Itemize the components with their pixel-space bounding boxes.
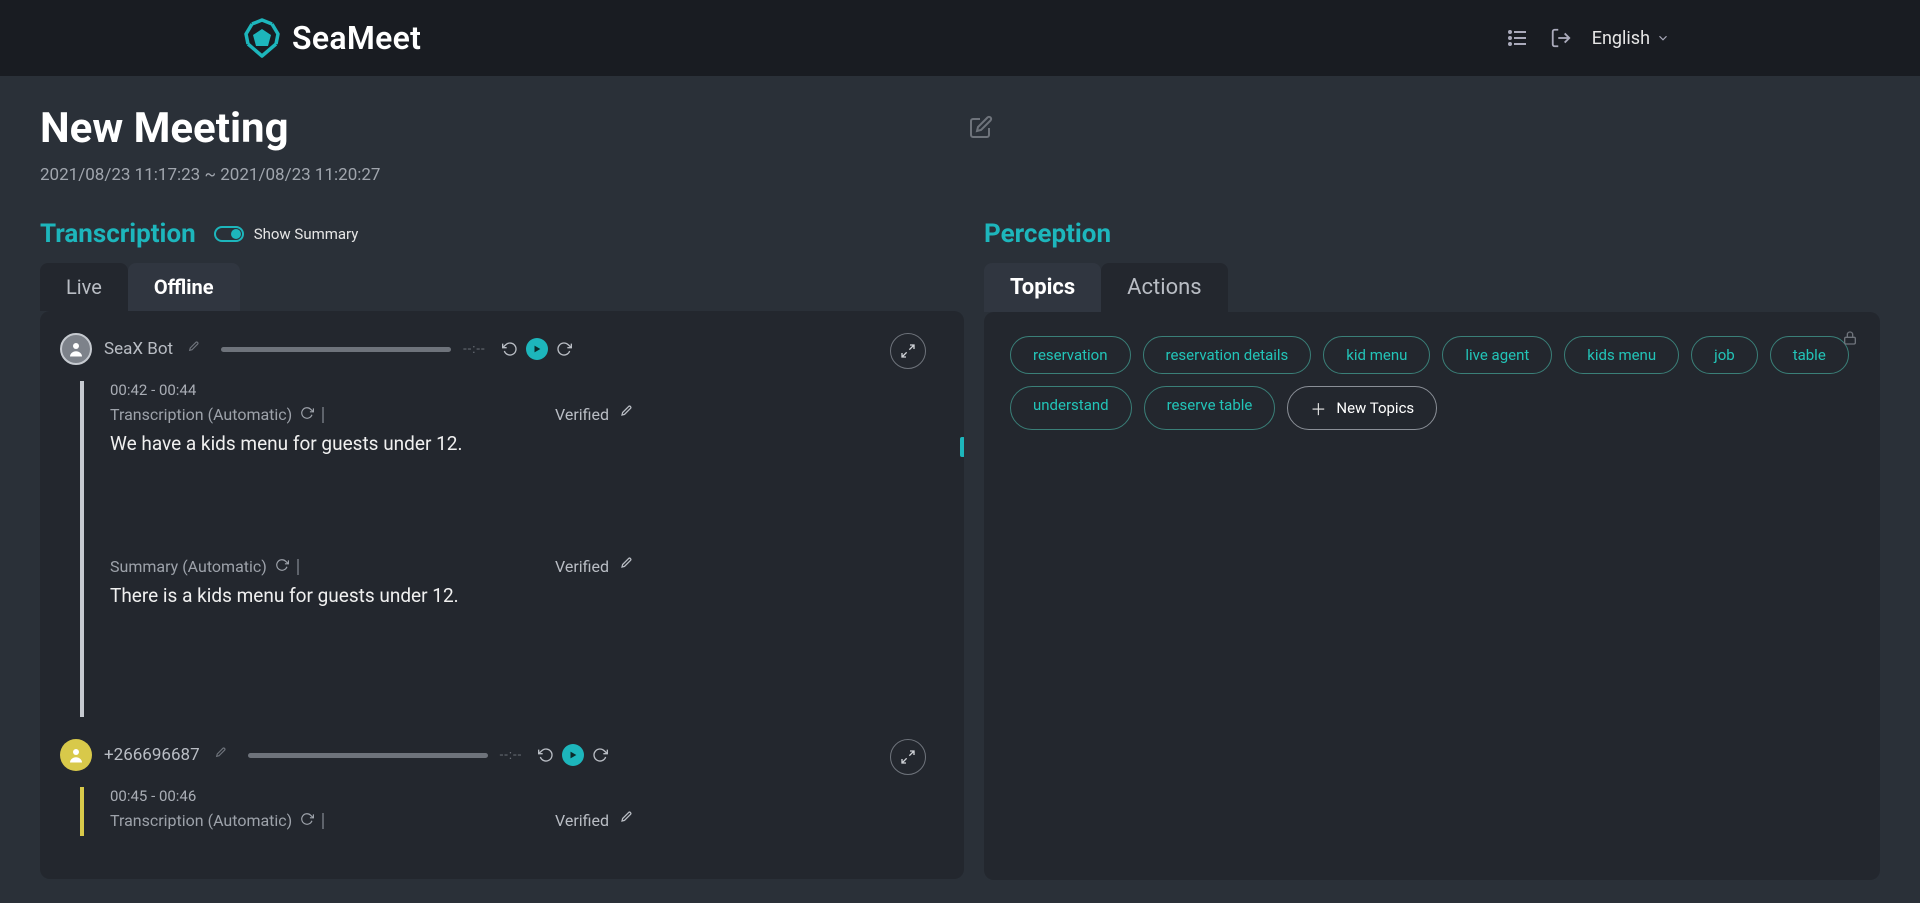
list-icon[interactable] [1506,26,1530,50]
topic-chip[interactable]: reservation [1010,336,1131,374]
transcript-entry: +266696687 --:-- 00:45 - 00:4 [60,739,944,836]
perception-panel: reservation reservation details kid menu… [984,312,1880,880]
speaker-name: +266696687 [104,745,200,765]
logo[interactable]: SeaMeet [240,16,421,60]
tab-offline[interactable]: Offline [128,263,240,311]
segment-time-range: 00:45 - 00:46 [110,787,944,805]
transcript-entry: SeaX Bot --:-- 00:42 - 00:44 [60,333,944,717]
avatar [60,333,92,365]
plus-icon: ＋ [1310,396,1326,420]
perception-tabs: Topics Actions [984,263,1880,312]
lock-icon[interactable] [1842,330,1858,350]
topbar-right: English [1506,26,1670,50]
scroll-marker [960,437,964,457]
transcription-header: Transcription Show Summary [40,219,964,249]
transcription-tabs: Live Offline [40,263,964,311]
entry-header: +266696687 --:-- [60,739,944,771]
audio-controls [502,338,572,360]
summary-text: There is a kids menu for guests under 12… [110,584,944,607]
perception-title: Perception [984,219,1111,249]
transcription-row: Transcription (Automatic) Verified [110,405,632,424]
topic-chip[interactable]: table [1770,336,1849,374]
refresh-icon[interactable] [300,405,314,424]
logout-icon[interactable] [1550,27,1572,49]
audio-track[interactable] [248,753,488,758]
show-summary-toggle[interactable]: Show Summary [214,225,359,243]
logo-text: SeaMeet [292,19,421,57]
edit-speaker-icon[interactable] [212,746,226,765]
meeting-time-range: 2021/08/23 11:17:23 ~ 2021/08/23 11:20:2… [40,165,1880,185]
topic-chip[interactable]: reservation details [1143,336,1312,374]
transcription-label: Transcription (Automatic) [110,405,324,424]
transcription-column: Transcription Show Summary Live Offline [40,219,964,880]
edit-icon[interactable] [617,405,632,424]
topic-chip[interactable]: reserve table [1144,386,1276,430]
rewind-icon[interactable] [502,341,518,357]
perception-column: Perception Topics Actions reservation re… [984,219,1880,880]
entry-body: 00:45 - 00:46 Transcription (Automatic) … [80,787,944,836]
summary-row: Summary (Automatic) Verified [110,557,632,576]
verified-badge: Verified [555,557,632,576]
verified-badge: Verified [555,405,632,424]
forward-icon[interactable] [556,341,572,357]
topic-chip[interactable]: kids menu [1564,336,1679,374]
tab-actions[interactable]: Actions [1101,263,1227,312]
track-time: --:-- [463,342,486,357]
edit-icon[interactable] [617,811,632,830]
page-content: New Meeting 2021/08/23 11:17:23 ~ 2021/0… [0,76,1920,880]
edit-icon[interactable] [617,557,632,576]
divider-icon [322,407,324,423]
audio-track[interactable] [221,347,451,352]
edit-speaker-icon[interactable] [185,340,199,359]
rewind-icon[interactable] [538,747,554,763]
topic-chip[interactable]: live agent [1442,336,1552,374]
toggle-label: Show Summary [254,225,359,243]
track-time: --:-- [500,748,523,763]
new-topics-button[interactable]: ＋ New Topics [1287,386,1437,430]
refresh-icon[interactable] [300,811,314,830]
audio-controls [538,744,608,766]
transcription-label: Transcription (Automatic) [110,811,324,830]
expand-icon[interactable] [890,333,926,369]
logo-mark-icon [240,16,284,60]
forward-icon[interactable] [592,747,608,763]
language-label: English [1592,28,1650,49]
page-title: New Meeting [40,104,289,153]
toggle-track [214,226,244,242]
tab-live[interactable]: Live [40,263,128,311]
play-button[interactable] [526,338,548,360]
topbar: SeaMeet English [0,0,1920,76]
speaker-name: SeaX Bot [104,339,173,359]
segment-time-range: 00:42 - 00:44 [110,381,944,399]
topic-chip[interactable]: kid menu [1323,336,1430,374]
language-selector[interactable]: English [1592,28,1670,49]
perception-header: Perception [984,219,1880,249]
transcription-row: Transcription (Automatic) Verified [110,811,632,830]
play-button[interactable] [562,744,584,766]
verified-badge: Verified [555,811,632,830]
avatar [60,739,92,771]
transcription-title: Transcription [40,219,196,249]
summary-label: Summary (Automatic) [110,557,299,576]
edit-title-icon[interactable] [969,115,993,143]
transcription-panel: SeaX Bot --:-- 00:42 - 00:44 [40,311,964,879]
divider-icon [297,559,299,575]
topic-chip[interactable]: job [1691,336,1758,374]
entry-body: 00:42 - 00:44 Transcription (Automatic) … [80,381,944,717]
transcription-text: We have a kids menu for guests under 12. [110,432,944,455]
tab-topics[interactable]: Topics [984,263,1101,312]
chevron-down-icon [1656,31,1670,45]
divider-icon [322,813,324,829]
title-row: New Meeting [40,104,1880,153]
refresh-icon[interactable] [275,557,289,576]
entry-header: SeaX Bot --:-- [60,333,944,365]
topics-chips: reservation reservation details kid menu… [1004,330,1860,436]
expand-icon[interactable] [890,739,926,775]
topic-chip[interactable]: understand [1010,386,1132,430]
